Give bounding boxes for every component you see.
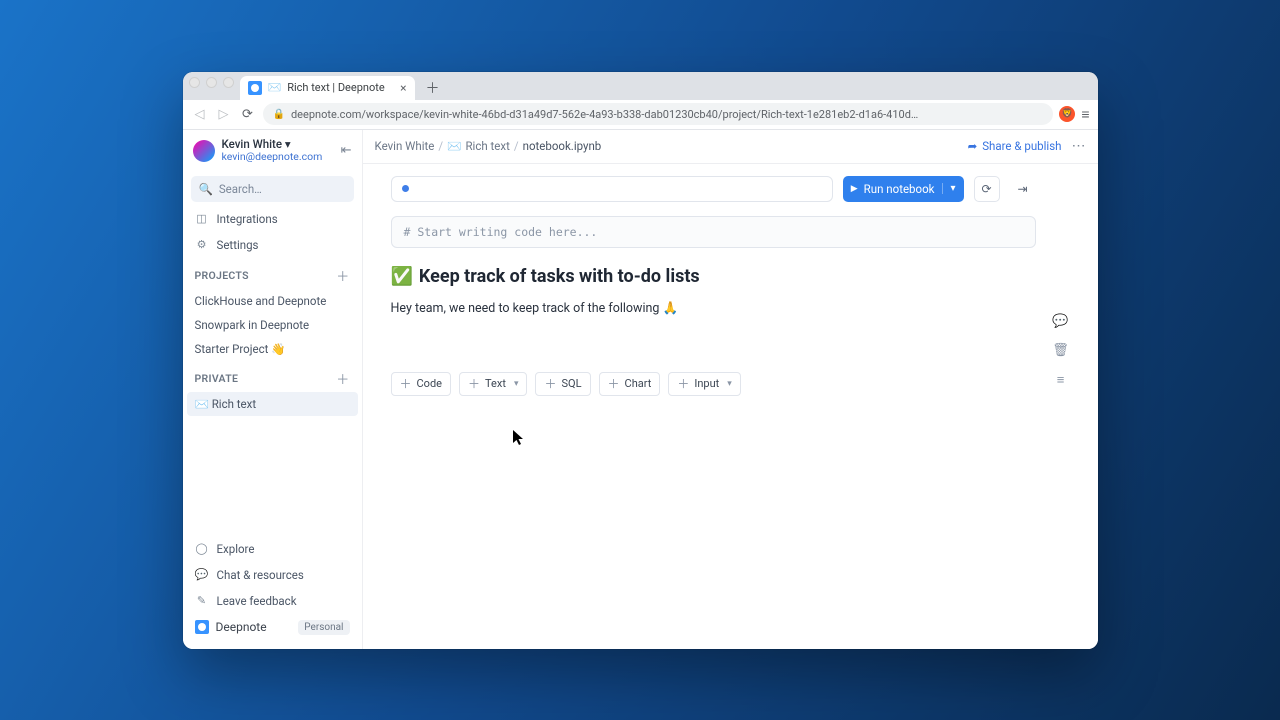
add-code-button[interactable]: ＋Code (391, 372, 452, 396)
window-controls (189, 72, 240, 100)
add-block-row: ＋Code ＋Text▾ ＋SQL ＋Chart ＋Input▾ (391, 372, 1036, 396)
add-input-button[interactable]: ＋Input▾ (668, 372, 740, 396)
panel-toggle-button[interactable]: ⇥ (1010, 176, 1036, 202)
traffic-light-min[interactable] (206, 77, 217, 88)
browser-toolbar: ◁ ▷ ⟳ 🔒 deepnote.com/workspace/kevin-whi… (183, 100, 1098, 130)
drag-handle-icon[interactable]: ≡ (1057, 372, 1065, 388)
notebook-area: ▶ Run notebook ▾ ⟳ ⇥ # Start writing cod… (363, 164, 1098, 649)
gear-icon: ⚙ (195, 238, 209, 251)
text-heading[interactable]: ✅ Keep track of tasks with to-do lists (391, 266, 1036, 287)
feedback-icon: ✎ (195, 594, 209, 607)
plus-icon: ＋ (608, 375, 620, 392)
crumb-project-emoji: ✉️ (447, 139, 461, 153)
sidebar-item-chat[interactable]: 💬 Chat & resources (183, 562, 362, 588)
sidebar-footer: ◯ Explore 💬 Chat & resources ✎ Leave fee… (183, 532, 362, 649)
share-button[interactable]: ➦ Share & publish (968, 139, 1062, 153)
more-button[interactable]: ⋯ (1072, 138, 1086, 154)
search-input[interactable]: 🔍 Search… (191, 176, 354, 202)
browser-menu-button[interactable]: ≡ (1081, 106, 1089, 123)
crumb-notebook[interactable]: notebook.ipynb (523, 139, 602, 153)
restart-kernel-button[interactable]: ⟳ (974, 176, 1000, 202)
avatar (193, 140, 215, 162)
lock-icon: 🔒 (273, 109, 285, 120)
code-placeholder: # Start writing code here... (404, 225, 598, 239)
plus-icon: ＋ (468, 375, 480, 392)
search-placeholder: Search… (219, 182, 262, 196)
project-item[interactable]: Snowpark in Deepnote (183, 313, 362, 337)
chat-icon: 💬 (195, 568, 209, 581)
user-name: Kevin White ▾ (222, 138, 323, 152)
code-cell[interactable]: # Start writing code here... (391, 216, 1036, 248)
traffic-light-max[interactable] (223, 77, 234, 88)
nav-back-button[interactable]: ◁ (191, 105, 209, 123)
sidebar-item-settings[interactable]: ⚙ Settings (183, 232, 362, 258)
plus-icon: ＋ (544, 375, 556, 392)
add-text-button[interactable]: ＋Text▾ (459, 372, 527, 396)
section-projects: PROJECTS ＋ (183, 258, 362, 289)
search-icon: 🔍 (199, 182, 213, 196)
run-notebook-button[interactable]: ▶ Run notebook ▾ (843, 176, 964, 202)
text-paragraph[interactable]: Hey team, we need to keep track of the f… (391, 301, 1036, 316)
brave-shield-icon[interactable]: 🦁 (1059, 106, 1075, 122)
private-item-rich-text[interactable]: ✉️ Rich text (187, 392, 358, 416)
user-email: kevin@deepnote.com (222, 151, 323, 164)
sidebar-item-integrations[interactable]: ◫ Integrations (183, 206, 362, 232)
plan-badge: Personal (298, 620, 349, 635)
integrations-icon: ◫ (195, 212, 209, 225)
panel-icon: ⇥ (1017, 182, 1027, 196)
workspace-switcher[interactable]: Kevin White ▾ kevin@deepnote.com ⇤ (183, 130, 362, 172)
tab-close-icon[interactable]: × (400, 82, 406, 94)
deepnote-icon (195, 620, 209, 634)
breadcrumb-bar: Kevin White / ✉️ Rich text / notebook.ip… (363, 130, 1098, 164)
favicon-icon (248, 81, 262, 95)
comment-icon[interactable]: 💬 (1052, 314, 1068, 329)
sidebar-item-explore[interactable]: ◯ Explore (183, 536, 362, 562)
status-dot-icon (402, 185, 409, 192)
delete-icon[interactable]: 🗑 (1052, 343, 1069, 358)
plus-icon: ＋ (677, 375, 689, 392)
nav-reload-button[interactable]: ⟳ (239, 105, 257, 123)
share-icon: ➦ (968, 139, 978, 153)
notebook-toolbar: ▶ Run notebook ▾ ⟳ ⇥ (391, 176, 1036, 202)
sidebar-brand[interactable]: Deepnote Personal (183, 614, 362, 641)
new-tab-button[interactable]: ＋ (421, 78, 445, 98)
url-field[interactable]: 🔒 deepnote.com/workspace/kevin-white-46b… (263, 103, 1054, 125)
notebook-title-input[interactable] (391, 176, 833, 202)
browser-tab[interactable]: ✉️ Rich text | Deepnote × (240, 76, 415, 100)
sidebar-collapse-icon[interactable]: ⇤ (341, 143, 352, 158)
sidebar-item-feedback[interactable]: ✎ Leave feedback (183, 588, 362, 614)
project-item[interactable]: ClickHouse and Deepnote (183, 289, 362, 313)
browser-window: ✉️ Rich text | Deepnote × ＋ ◁ ▷ ⟳ 🔒 deep… (183, 72, 1098, 649)
heading-emoji: ✅ (391, 266, 413, 287)
traffic-light-close[interactable] (189, 77, 200, 88)
tab-emoji: ✉️ (268, 81, 282, 94)
project-item[interactable]: Starter Project 👋 (183, 337, 362, 361)
private-item-emoji: ✉️ (195, 397, 209, 411)
nav-forward-button[interactable]: ▷ (215, 105, 233, 123)
crumb-workspace[interactable]: Kevin White (375, 139, 435, 153)
chevron-down-icon[interactable]: ▾ (727, 379, 732, 389)
compass-icon: ◯ (195, 542, 209, 555)
section-private: PRIVATE ＋ (183, 361, 362, 392)
add-project-button[interactable]: ＋ (336, 266, 349, 285)
run-menu-chevron-icon[interactable]: ▾ (942, 183, 955, 194)
add-sql-button[interactable]: ＋SQL (535, 372, 590, 396)
refresh-icon: ⟳ (981, 182, 991, 196)
add-private-button[interactable]: ＋ (336, 369, 349, 388)
crumb-project[interactable]: Rich text (465, 139, 509, 153)
add-chart-button[interactable]: ＋Chart (599, 372, 661, 396)
url-text: deepnote.com/workspace/kevin-white-46bd-… (291, 108, 918, 121)
play-icon: ▶ (851, 184, 858, 194)
plus-icon: ＋ (400, 375, 412, 392)
sidebar: Kevin White ▾ kevin@deepnote.com ⇤ 🔍 Sea… (183, 130, 363, 649)
tab-title: Rich text | Deepnote (287, 81, 384, 94)
cell-action-rail: 💬 🗑 ≡ (1048, 176, 1074, 649)
app-root: Kevin White ▾ kevin@deepnote.com ⇤ 🔍 Sea… (183, 130, 1098, 649)
main: Kevin White / ✉️ Rich text / notebook.ip… (363, 130, 1098, 649)
chevron-down-icon[interactable]: ▾ (514, 379, 519, 389)
browser-tabbar: ✉️ Rich text | Deepnote × ＋ (183, 72, 1098, 100)
